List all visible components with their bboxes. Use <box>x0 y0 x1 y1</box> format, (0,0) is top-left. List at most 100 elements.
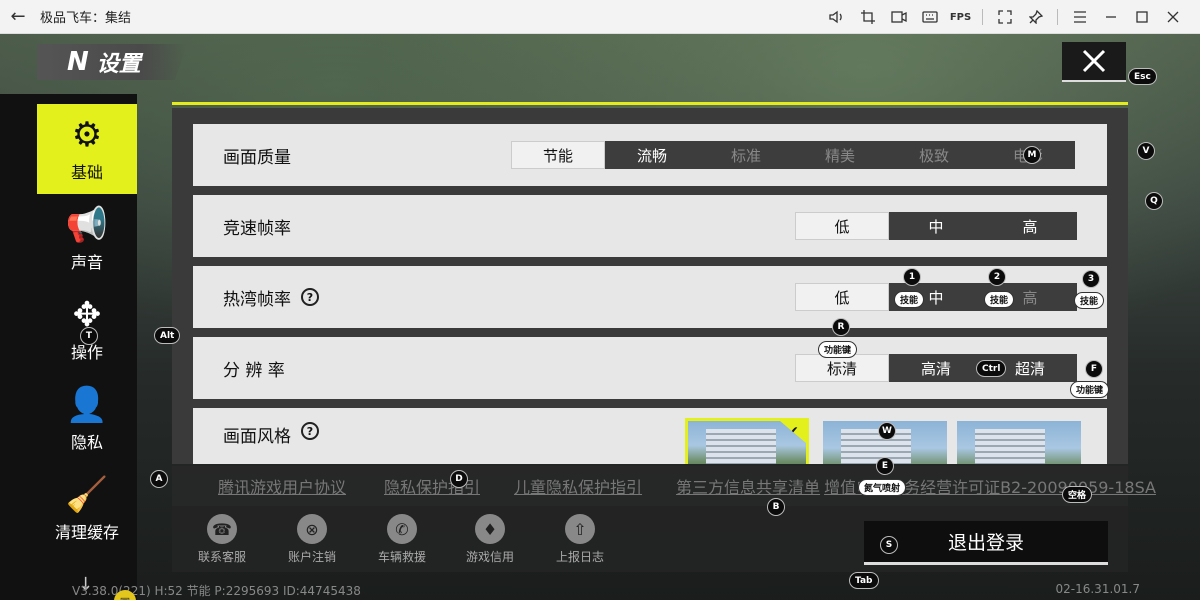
race-fps-option-high[interactable]: 高 <box>983 212 1077 240</box>
page-title: 设置 <box>96 52 141 77</box>
key-badge-tab[interactable]: Tab <box>849 572 879 589</box>
crop-icon[interactable] <box>852 0 883 34</box>
setting-label: 画面风格 ? <box>223 422 319 464</box>
key-badge-skill-3[interactable]: 技能 <box>1074 292 1105 309</box>
tool-label: 游戏信用 <box>465 550 514 564</box>
link-child-privacy[interactable]: 儿童隐私保护指引 <box>514 474 642 498</box>
key-badge-3[interactable]: 3 <box>1082 270 1100 288</box>
maximize-icon[interactable] <box>1126 0 1157 34</box>
setting-row-style: 画面风格 ? ✔ <box>193 408 1107 464</box>
quality-option-fine[interactable]: 精美 <box>793 141 887 169</box>
key-badge-nitro[interactable]: 氮气喷射 <box>858 479 907 496</box>
setting-row-resolution: 分 辨 率 标清 高清 超清 <box>193 337 1107 399</box>
sidebar-item-clear-cache[interactable]: 🧹 清理缓存 <box>37 464 137 554</box>
style-preview-image <box>706 429 776 464</box>
settings-header: N 设置 <box>37 44 187 80</box>
tool-game-credit[interactable]: ♦ 游戏信用 <box>450 514 530 565</box>
build-timestamp: 02-16.31.01.7 <box>1055 582 1141 596</box>
key-badge-m[interactable]: M <box>1023 146 1041 164</box>
pin-icon[interactable] <box>1020 0 1051 34</box>
help-icon[interactable]: ? <box>301 422 319 440</box>
legal-links-bar: 腾讯游戏用户协议 隐私保护指引 儿童隐私保护指引 第三方信息共享清单 增值电信业… <box>172 466 1156 506</box>
lobby-fps-option-low[interactable]: 低 <box>795 283 889 311</box>
minimize-icon[interactable] <box>1095 0 1126 34</box>
link-third-party-info[interactable]: 第三方信息共享清单 <box>676 474 820 498</box>
sidebar-item-privacy[interactable]: 👤 隐私 <box>37 374 137 464</box>
game-viewport: N 设置 ⚙ 基础 📢 声音 ✥ 操作 👤 隐私 🧹 清理缓存 ↓ 画面质量 节… <box>0 34 1200 600</box>
key-badge-a[interactable]: A <box>150 470 168 488</box>
help-icon[interactable]: ? <box>301 288 319 306</box>
toolbar-divider <box>982 9 983 25</box>
tool-label: 上报日志 <box>555 550 604 564</box>
key-badge-b[interactable]: B <box>767 498 785 516</box>
tool-label: 联系客服 <box>197 550 246 564</box>
quality-option-ultra[interactable]: 极致 <box>887 141 981 169</box>
key-badge-skill-1[interactable]: 技能 <box>894 291 925 308</box>
close-settings-button[interactable] <box>1062 42 1126 82</box>
record-icon[interactable] <box>883 0 914 34</box>
key-badge-space[interactable]: 空格 <box>1062 486 1093 503</box>
key-badge-ctrl[interactable]: Ctrl <box>976 360 1007 377</box>
menu-icon[interactable] <box>1064 0 1095 34</box>
key-badge-f[interactable]: F <box>1085 360 1103 378</box>
key-badge-t[interactable]: T <box>80 327 98 345</box>
quality-option-standard[interactable]: 标准 <box>699 141 793 169</box>
style-thumbnail-1[interactable]: ✔ <box>685 418 809 464</box>
style-thumbnail-3[interactable] <box>957 421 1081 464</box>
user-profile-icon: 👤 <box>65 385 109 425</box>
quality-selector: 节能 流畅 标准 精美 极致 电影 <box>511 141 1075 169</box>
setting-label-text: 画面风格 <box>223 427 291 447</box>
lobby-fps-selector: 低 中 高 <box>795 283 1077 311</box>
key-badge-w[interactable]: W <box>878 422 896 440</box>
logout-button[interactable]: 退出登录 <box>864 521 1108 565</box>
sidebar-item-label: 隐私 <box>70 433 103 452</box>
tool-label: 车辆救援 <box>377 550 426 564</box>
volume-icon[interactable] <box>821 0 852 34</box>
sidebar-item-basic[interactable]: ⚙ 基础 <box>37 104 137 194</box>
gear-home-icon: ⚙ <box>71 115 103 155</box>
tool-label: 账户注销 <box>287 550 336 564</box>
back-icon[interactable]: ← <box>0 0 36 34</box>
tool-customer-service[interactable]: ☎ 联系客服 <box>182 514 262 565</box>
race-fps-option-mid[interactable]: 中 <box>889 212 983 240</box>
key-badge-d[interactable]: D <box>450 470 468 488</box>
key-badge-skill-2[interactable]: 技能 <box>984 291 1015 308</box>
key-badge-q[interactable]: Q <box>1145 192 1163 210</box>
resolution-option-hd[interactable]: 高清 <box>889 354 983 382</box>
megaphone-icon: 📢 <box>65 205 109 245</box>
key-badge-function-2[interactable]: 功能键 <box>1070 381 1110 398</box>
fullscreen-icon[interactable] <box>989 0 1020 34</box>
setting-row-lobby-fps: 热湾帧率 ? 低 中 高 <box>193 266 1107 328</box>
headset-icon: ☎ <box>207 514 237 544</box>
setting-label: 画面质量 <box>223 147 291 168</box>
setting-row-quality: 画面质量 节能 流畅 标准 精美 极致 电影 <box>193 124 1107 186</box>
setting-row-race-fps: 竞速帧率 低 中 高 <box>193 195 1107 257</box>
key-badge-1[interactable]: 1 <box>903 268 921 286</box>
tool-account-cancel[interactable]: ⊗ 账户注销 <box>272 514 352 565</box>
tool-upload-log[interactable]: ⇧ 上报日志 <box>540 514 620 565</box>
key-badge-e[interactable]: E <box>876 457 894 475</box>
key-badge-esc[interactable]: Esc <box>1128 68 1157 85</box>
fps-button[interactable]: FPS <box>945 0 976 34</box>
quality-option-smooth[interactable]: 流畅 <box>605 141 699 169</box>
user-shield-icon: ♦ <box>475 514 505 544</box>
tool-vehicle-rescue[interactable]: ✆ 车辆救援 <box>362 514 442 565</box>
sidebar-item-label: 声音 <box>70 253 103 272</box>
key-badge-r[interactable]: R <box>832 318 850 336</box>
sidebar-item-sound[interactable]: 📢 声音 <box>37 194 137 284</box>
close-window-icon[interactable] <box>1157 0 1188 34</box>
window-titlebar: ← 极品飞车：集结 FPS <box>0 0 1200 34</box>
quality-option-power-save[interactable]: 节能 <box>511 141 605 169</box>
key-badge-function-1[interactable]: 功能键 <box>818 341 858 358</box>
link-user-agreement[interactable]: 腾讯游戏用户协议 <box>218 474 346 498</box>
keyboard-icon[interactable] <box>914 0 945 34</box>
phone-icon: ✆ <box>387 514 417 544</box>
settings-panel[interactable]: 画面质量 节能 流畅 标准 精美 极致 电影 竞速帧率 低 中 高 热湾帧率 ? <box>172 108 1128 464</box>
race-fps-option-low[interactable]: 低 <box>795 212 889 240</box>
resolution-option-sd[interactable]: 标清 <box>795 354 889 382</box>
key-badge-v[interactable]: V <box>1137 142 1155 160</box>
key-badge-s[interactable]: S <box>880 536 898 554</box>
key-badge-alt[interactable]: Alt <box>154 327 181 344</box>
key-badge-2[interactable]: 2 <box>988 268 1006 286</box>
accent-divider <box>172 102 1128 105</box>
